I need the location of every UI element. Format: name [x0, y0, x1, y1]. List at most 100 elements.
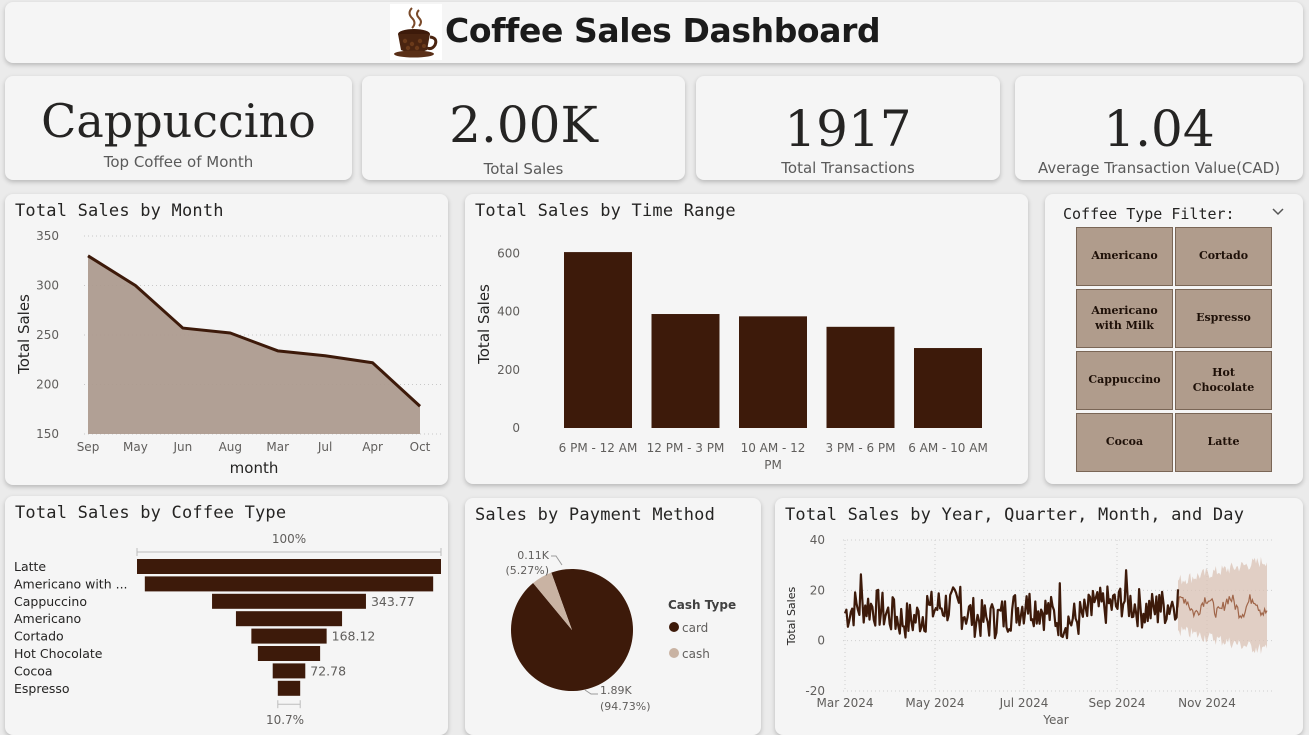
x-tick-label: Sep	[77, 440, 100, 454]
funnel-category-label: Hot Chocolate	[14, 646, 103, 661]
slicer-item-cocoa[interactable]: Cocoa	[1076, 413, 1173, 472]
x-tick-label: 10 AM - 12	[741, 441, 806, 455]
funnel-bar	[144, 576, 434, 592]
kpi-avg-transaction-value: 1.04	[1103, 100, 1215, 158]
funnel-data-label: 72.78	[310, 663, 346, 678]
chart-sales-by-coffee-type: Total Sales by Coffee Type 100% Latte Amer…	[5, 496, 448, 735]
coffee-type-slicer: Coffee Type Filter: Americano Cortado Amer…	[1045, 194, 1303, 484]
chevron-down-icon[interactable]	[1271, 207, 1285, 217]
legend-label-cash: cash	[682, 647, 710, 661]
kpi-top-coffee-value: Cappuccino	[41, 94, 316, 148]
slicer-item-cappuccino[interactable]: Cappuccino	[1076, 351, 1173, 410]
slicer-item-cortado[interactable]: Cortado	[1175, 227, 1272, 286]
slicer-item-americano-with-milk[interactable]: Americano with Milk	[1076, 289, 1173, 348]
bottom-percent-label: 10.7%	[266, 713, 304, 727]
x-tick-label: Nov 2024	[1178, 696, 1236, 710]
y-tick-label: 40	[810, 533, 825, 547]
y-tick-label: 0	[817, 634, 825, 648]
actual-sales-line	[843, 569, 1180, 640]
x-axis-title: month	[230, 459, 279, 477]
pie-data-percent: (5.27%)	[505, 564, 549, 577]
y-axis-title: Total Sales	[15, 294, 33, 375]
legend-marker-cash	[669, 648, 679, 658]
funnel-bar	[235, 611, 343, 627]
y-tick-label: 20	[810, 583, 825, 597]
x-axis-title: Year	[1042, 713, 1068, 727]
x-tick-label: Mar 2024	[817, 696, 874, 710]
x-tick-label-wrap: PM	[764, 458, 782, 472]
bar-chart[interactable]: 600 400 200 0 6 PM - 12 AM 12 PM - 3 PM 10 AM …	[465, 194, 1028, 484]
y-tick-label: 350	[36, 229, 59, 243]
funnel-category-label: Cocoa	[14, 663, 53, 678]
kpi-avg-transaction-label: Average Transaction Value(CAD)	[1037, 159, 1281, 177]
slicer-item-hot-chocolate[interactable]: Hot Chocolate	[1175, 351, 1272, 410]
coffee-cup-icon	[390, 4, 442, 60]
page-title: Coffee Sales Dashboard	[445, 11, 881, 50]
kpi-total-sales: 2.00K Total Sales	[362, 76, 685, 180]
pie-data-percent: (94.73%)	[600, 700, 651, 713]
kpi-total-transactions: 1917 Total Transactions	[696, 76, 1000, 180]
funnel-bar	[272, 663, 306, 679]
pie-chart[interactable]: 0.11K (5.27%) 1.89K (94.73%) Cash Type card ca…	[465, 498, 761, 735]
funnel-category-label: Cortado	[14, 629, 64, 644]
y-axis-title: Total Sales	[475, 284, 493, 365]
y-tick-label: 600	[497, 247, 520, 261]
header-bar: Coffee Sales Dashboard	[5, 2, 1303, 63]
funnel-bar	[257, 646, 321, 661]
x-tick-label: Aug	[219, 440, 242, 454]
x-tick-label: Sep 2024	[1089, 696, 1146, 710]
pie-data-label: 0.11K	[517, 549, 549, 562]
x-tick-label: 12 PM - 3 PM	[647, 441, 725, 455]
slicer-item-espresso[interactable]: Espresso	[1175, 289, 1272, 348]
pie-data-label: 1.89K	[600, 684, 632, 697]
funnel-bar	[277, 680, 301, 696]
legend-marker-card	[669, 622, 679, 632]
kpi-avg-transaction: 1.04 Average Transaction Value(CAD)	[1015, 76, 1303, 180]
funnel-bar	[251, 628, 327, 644]
funnel-chart[interactable]: 100% Latte Americano with ... Cappuccino 343…	[5, 496, 448, 735]
bar	[914, 348, 982, 428]
funnel-bar	[212, 593, 366, 609]
funnel-category-label: Cappuccino	[14, 594, 87, 609]
funnel-data-label: 168.12	[332, 629, 376, 644]
kpi-total-sales-value: 2.00K	[449, 96, 598, 154]
chart-sales-by-payment: Sales by Payment Method 0.11K (5.27%) 1.89…	[465, 498, 761, 735]
bar	[826, 326, 895, 428]
chart-sales-over-time: Total Sales by Year, Quarter, Month, and…	[775, 498, 1303, 735]
funnel-category-label: Americano	[14, 611, 81, 626]
x-tick-label: 6 PM - 12 AM	[559, 441, 638, 455]
y-tick-label: 250	[36, 328, 59, 342]
x-tick-label: Jun	[172, 440, 192, 454]
area-chart[interactable]: 350 300 250 200 150 Sep May Jun Aug Mar Jul Apr Oct m…	[5, 194, 448, 485]
kpi-total-transactions-value: 1917	[784, 100, 912, 158]
bar	[739, 316, 807, 428]
funnel-bar	[137, 559, 441, 574]
kpi-top-coffee-label: Top Coffee of Month	[103, 153, 254, 171]
x-tick-label: 3 PM - 6 PM	[825, 441, 895, 455]
funnel-category-label: Latte	[14, 559, 46, 574]
y-tick-label: 300	[36, 279, 59, 293]
leader-line	[551, 555, 563, 566]
y-tick-label: 400	[497, 305, 520, 319]
x-tick-label: 6 AM - 10 AM	[908, 441, 988, 455]
line-chart[interactable]: 40200-20Mar 2024 May 2024 Jul 2024 Sep 2024…	[775, 498, 1303, 735]
bar	[651, 314, 720, 428]
x-tick-label: May	[123, 440, 148, 454]
y-tick-label: 200	[36, 378, 59, 392]
bar	[564, 252, 632, 428]
chart-sales-by-month: Total Sales by Month 350 300 250 200 150 Sep M…	[5, 194, 448, 485]
funnel-category-label: Americano with ...	[14, 576, 128, 591]
kpi-total-sales-label: Total Sales	[483, 160, 564, 178]
x-tick-label: Jul	[317, 440, 332, 454]
x-tick-label: Apr	[362, 440, 383, 454]
x-tick-label: Mar	[266, 440, 289, 454]
chart-sales-by-time-range: Total Sales by Time Range 600 400 200 0 6 PM…	[465, 194, 1028, 484]
y-tick-label: 200	[497, 363, 520, 377]
y-tick-label: 150	[36, 427, 59, 441]
leader-line	[584, 689, 598, 695]
funnel-data-label: 343.77	[371, 594, 415, 609]
slicer-item-latte[interactable]: Latte	[1175, 413, 1272, 472]
slicer-item-americano[interactable]: Americano	[1076, 227, 1173, 286]
y-axis-title: Total Sales	[785, 587, 798, 647]
y-tick-label: 0	[512, 421, 520, 435]
